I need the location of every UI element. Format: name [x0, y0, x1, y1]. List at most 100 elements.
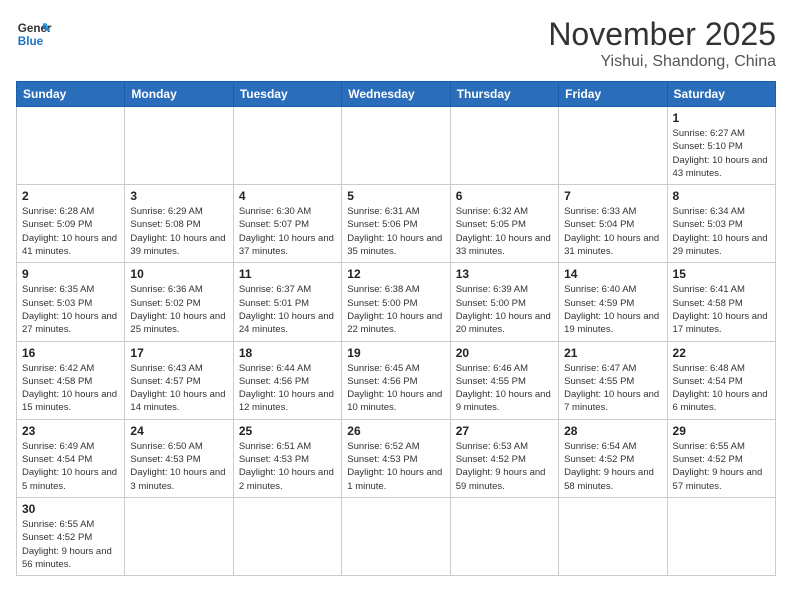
day-info: Sunrise: 6:33 AM Sunset: 5:04 PM Dayligh… [564, 205, 661, 258]
calendar-week-row: 9Sunrise: 6:35 AM Sunset: 5:03 PM Daylig… [17, 263, 776, 341]
weekday-header-tuesday: Tuesday [233, 82, 341, 107]
calendar-week-row: 23 Sunrise: 6:49 AM Sunset: 4:54 PM Dayli… [17, 419, 776, 497]
day-info: Sunrise: 6:49 AM Sunset: 4:54 PM Dayligh… [22, 440, 119, 493]
day-number: 1 [673, 111, 770, 125]
calendar-cell: 18Sunrise: 6:44 AM Sunset: 4:56 PM Dayli… [233, 341, 341, 419]
day-info: Sunrise: 6:36 AM Sunset: 5:02 PM Dayligh… [130, 283, 227, 336]
day-info: Sunrise: 6:40 AM Sunset: 4:59 PM Dayligh… [564, 283, 661, 336]
weekday-header-row: SundayMondayTuesdayWednesdayThursdayFrid… [17, 82, 776, 107]
calendar-cell [125, 107, 233, 185]
day-number: 12 [347, 267, 444, 281]
day-info: Sunrise: 6:35 AM Sunset: 5:03 PM Dayligh… [22, 283, 119, 336]
day-number: 21 [564, 346, 661, 360]
calendar-cell: 19 Sunrise: 6:45 AM Sunset: 4:56 PM Dayli… [342, 341, 450, 419]
month-title: November 2025 [548, 16, 776, 53]
page: General Blue November 2025 Yishui, Shand… [0, 0, 792, 612]
day-info: Sunrise: 6:30 AM Sunset: 5:07 PM Dayligh… [239, 205, 336, 258]
logo-icon: General Blue [16, 16, 52, 52]
day-info: Sunrise: 6:37 AM Sunset: 5:01 PM Dayligh… [239, 283, 336, 336]
day-number: 22 [673, 346, 770, 360]
weekday-header-sunday: Sunday [17, 82, 125, 107]
calendar-cell: 29 Sunrise: 6:55 AM Sunset: 4:52 PM Dayli… [667, 419, 775, 497]
header: General Blue November 2025 Yishui, Shand… [16, 16, 776, 71]
day-info: Sunrise: 6:55 AM Sunset: 4:52 PM Dayligh… [22, 518, 119, 571]
calendar-cell: 28 Sunrise: 6:54 AM Sunset: 4:52 PM Dayli… [559, 419, 667, 497]
day-number: 28 [564, 424, 661, 438]
day-number: 17 [130, 346, 227, 360]
calendar-cell: 25 Sunrise: 6:51 AM Sunset: 4:53 PM Dayli… [233, 419, 341, 497]
weekday-header-saturday: Saturday [667, 82, 775, 107]
calendar-table: SundayMondayTuesdayWednesdayThursdayFrid… [16, 81, 776, 576]
day-number: 18 [239, 346, 336, 360]
calendar-cell: 11Sunrise: 6:37 AM Sunset: 5:01 PM Dayli… [233, 263, 341, 341]
calendar-cell: 9Sunrise: 6:35 AM Sunset: 5:03 PM Daylig… [17, 263, 125, 341]
calendar-cell: 10 Sunrise: 6:36 AM Sunset: 5:02 PM Dayli… [125, 263, 233, 341]
day-number: 20 [456, 346, 553, 360]
day-info: Sunrise: 6:51 AM Sunset: 4:53 PM Dayligh… [239, 440, 336, 493]
calendar-cell [559, 107, 667, 185]
title-block: November 2025 Yishui, Shandong, China [548, 16, 776, 71]
day-number: 26 [347, 424, 444, 438]
day-number: 25 [239, 424, 336, 438]
day-number: 27 [456, 424, 553, 438]
day-info: Sunrise: 6:48 AM Sunset: 4:54 PM Dayligh… [673, 362, 770, 415]
day-number: 19 [347, 346, 444, 360]
day-info: Sunrise: 6:29 AM Sunset: 5:08 PM Dayligh… [130, 205, 227, 258]
day-info: Sunrise: 6:27 AM Sunset: 5:10 PM Dayligh… [673, 127, 770, 180]
calendar-cell [667, 497, 775, 575]
weekday-header-thursday: Thursday [450, 82, 558, 107]
day-info: Sunrise: 6:54 AM Sunset: 4:52 PM Dayligh… [564, 440, 661, 493]
calendar-cell: 23 Sunrise: 6:49 AM Sunset: 4:54 PM Dayli… [17, 419, 125, 497]
location-title: Yishui, Shandong, China [548, 53, 776, 71]
weekday-header-wednesday: Wednesday [342, 82, 450, 107]
calendar-week-row: 16Sunrise: 6:42 AM Sunset: 4:58 PM Dayli… [17, 341, 776, 419]
weekday-header-monday: Monday [125, 82, 233, 107]
calendar-cell: 12Sunrise: 6:38 AM Sunset: 5:00 PM Dayli… [342, 263, 450, 341]
day-info: Sunrise: 6:43 AM Sunset: 4:57 PM Dayligh… [130, 362, 227, 415]
weekday-header-friday: Friday [559, 82, 667, 107]
calendar-cell: 5Sunrise: 6:31 AM Sunset: 5:06 PM Daylig… [342, 185, 450, 263]
day-number: 14 [564, 267, 661, 281]
calendar-cell [559, 497, 667, 575]
day-info: Sunrise: 6:42 AM Sunset: 4:58 PM Dayligh… [22, 362, 119, 415]
calendar-cell: 21 Sunrise: 6:47 AM Sunset: 4:55 PM Dayli… [559, 341, 667, 419]
day-number: 30 [22, 502, 119, 516]
calendar-cell: 4Sunrise: 6:30 AM Sunset: 5:07 PM Daylig… [233, 185, 341, 263]
calendar-cell [450, 107, 558, 185]
day-info: Sunrise: 6:28 AM Sunset: 5:09 PM Dayligh… [22, 205, 119, 258]
day-info: Sunrise: 6:55 AM Sunset: 4:52 PM Dayligh… [673, 440, 770, 493]
day-info: Sunrise: 6:52 AM Sunset: 4:53 PM Dayligh… [347, 440, 444, 493]
day-number: 10 [130, 267, 227, 281]
calendar-cell: 7Sunrise: 6:33 AM Sunset: 5:04 PM Daylig… [559, 185, 667, 263]
logo: General Blue [16, 16, 52, 52]
calendar-cell: 15Sunrise: 6:41 AM Sunset: 4:58 PM Dayli… [667, 263, 775, 341]
calendar-cell: 8Sunrise: 6:34 AM Sunset: 5:03 PM Daylig… [667, 185, 775, 263]
calendar-cell [342, 107, 450, 185]
day-info: Sunrise: 6:41 AM Sunset: 4:58 PM Dayligh… [673, 283, 770, 336]
calendar-cell: 24 Sunrise: 6:50 AM Sunset: 4:53 PM Dayli… [125, 419, 233, 497]
calendar-cell: 6Sunrise: 6:32 AM Sunset: 5:05 PM Daylig… [450, 185, 558, 263]
calendar-cell: 22 Sunrise: 6:48 AM Sunset: 4:54 PM Dayli… [667, 341, 775, 419]
calendar-cell [233, 497, 341, 575]
day-number: 29 [673, 424, 770, 438]
day-info: Sunrise: 6:50 AM Sunset: 4:53 PM Dayligh… [130, 440, 227, 493]
day-number: 24 [130, 424, 227, 438]
day-number: 23 [22, 424, 119, 438]
day-number: 2 [22, 189, 119, 203]
day-info: Sunrise: 6:31 AM Sunset: 5:06 PM Dayligh… [347, 205, 444, 258]
calendar-cell: 14 Sunrise: 6:40 AM Sunset: 4:59 PM Dayli… [559, 263, 667, 341]
day-info: Sunrise: 6:45 AM Sunset: 4:56 PM Dayligh… [347, 362, 444, 415]
day-number: 13 [456, 267, 553, 281]
calendar-cell [342, 497, 450, 575]
calendar-cell [450, 497, 558, 575]
calendar-cell: 2 Sunrise: 6:28 AM Sunset: 5:09 PM Daylig… [17, 185, 125, 263]
day-info: Sunrise: 6:53 AM Sunset: 4:52 PM Dayligh… [456, 440, 553, 493]
day-info: Sunrise: 6:39 AM Sunset: 5:00 PM Dayligh… [456, 283, 553, 336]
day-info: Sunrise: 6:32 AM Sunset: 5:05 PM Dayligh… [456, 205, 553, 258]
day-info: Sunrise: 6:47 AM Sunset: 4:55 PM Dayligh… [564, 362, 661, 415]
calendar-cell: 16Sunrise: 6:42 AM Sunset: 4:58 PM Dayli… [17, 341, 125, 419]
calendar-week-row: 30 Sunrise: 6:55 AM Sunset: 4:52 PM Dayli… [17, 497, 776, 575]
calendar-cell: 20Sunrise: 6:46 AM Sunset: 4:55 PM Dayli… [450, 341, 558, 419]
calendar-cell: 27 Sunrise: 6:53 AM Sunset: 4:52 PM Dayli… [450, 419, 558, 497]
day-number: 3 [130, 189, 227, 203]
